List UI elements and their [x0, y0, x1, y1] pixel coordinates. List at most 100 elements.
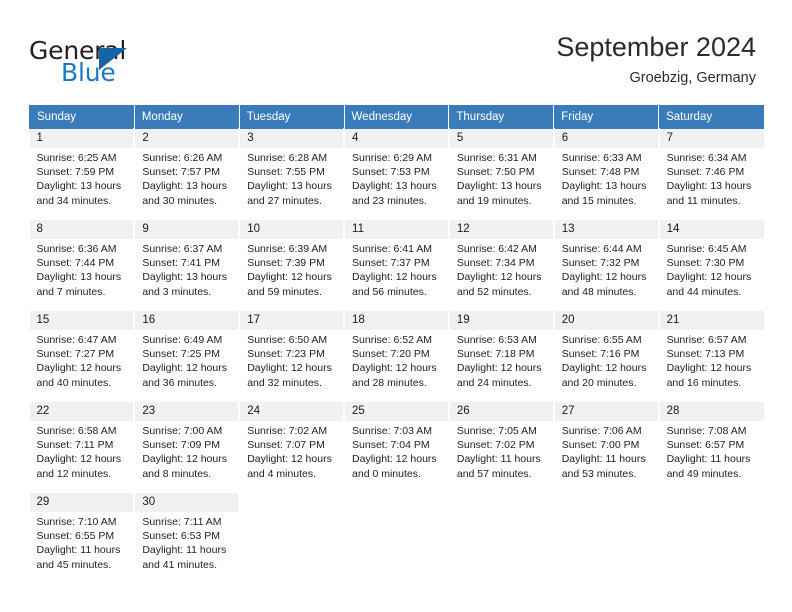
day-cell[interactable]: 10 Sunrise: 6:39 AM Sunset: 7:39 PM Dayl…: [238, 215, 346, 311]
weekday-header-row: Sunday Monday Tuesday Wednesday Thursday…: [29, 105, 764, 129]
day-cell[interactable]: 4 Sunrise: 6:29 AM Sunset: 7:53 PM Dayli…: [343, 128, 450, 220]
sunrise-text: Sunrise: 6:58 AM: [36, 425, 117, 437]
sunrise-text: Sunrise: 7:06 AM: [561, 425, 642, 437]
weekday-header-thursday: Thursday: [448, 105, 555, 129]
daylight-text-line1: Daylight: 12 hours: [247, 271, 332, 284]
day-cell[interactable]: 21 Sunrise: 6:57 AM Sunset: 7:13 PM Dayl…: [657, 306, 764, 402]
day-cell[interactable]: 18 Sunrise: 6:52 AM Sunset: 7:20 PM Dayl…: [343, 306, 450, 402]
day-number: 10: [240, 220, 344, 239]
daylight-text-line1: Daylight: 12 hours: [561, 362, 647, 375]
sunset-text: Sunset: 7:37 PM: [352, 257, 430, 270]
weekday-header-monday: Monday: [133, 105, 240, 129]
sunset-text: Sunset: 7:11 PM: [36, 439, 114, 452]
day-number: 4: [345, 129, 448, 148]
day-cell[interactable]: 15 Sunrise: 6:47 AM Sunset: 7:27 PM Dayl…: [29, 306, 136, 402]
week-row: 22 Sunrise: 6:58 AM Sunset: 7:11 PM Dayl…: [29, 397, 764, 493]
daylight-text-line2: and 59 minutes.: [247, 285, 322, 298]
day-cell[interactable]: 22 Sunrise: 6:58 AM Sunset: 7:11 PM Dayl…: [29, 397, 136, 493]
sunset-text: Sunset: 7:46 PM: [666, 166, 745, 179]
daylight-text-line1: Daylight: 13 hours: [247, 180, 332, 193]
daylight-text-line1: Daylight: 12 hours: [142, 453, 227, 466]
day-details: Sunrise: 6:47 AM Sunset: 7:27 PM Dayligh…: [30, 330, 134, 390]
day-number: 18: [345, 311, 448, 330]
daylight-text-line1: Daylight: 12 hours: [666, 362, 752, 375]
day-cell[interactable]: 9 Sunrise: 6:37 AM Sunset: 7:41 PM Dayli…: [133, 215, 241, 311]
weekday-header-wednesday: Wednesday: [343, 105, 450, 129]
sunset-text: Sunset: 7:55 PM: [247, 166, 325, 179]
day-details: Sunrise: 6:57 AM Sunset: 7:13 PM Dayligh…: [660, 330, 764, 390]
day-cell[interactable]: 12 Sunrise: 6:42 AM Sunset: 7:34 PM Dayl…: [447, 215, 555, 311]
day-cell[interactable]: 25 Sunrise: 7:03 AM Sunset: 7:04 PM Dayl…: [343, 397, 450, 493]
sunrise-text: Sunrise: 6:47 AM: [36, 334, 117, 346]
day-cell[interactable]: 17 Sunrise: 6:50 AM Sunset: 7:23 PM Dayl…: [238, 306, 346, 402]
day-cell[interactable]: 23 Sunrise: 7:00 AM Sunset: 7:09 PM Dayl…: [133, 397, 241, 493]
day-cell[interactable]: 3 Sunrise: 6:28 AM Sunset: 7:55 PM Dayli…: [238, 128, 346, 220]
day-number: [555, 493, 658, 499]
day-cell[interactable]: 6 Sunrise: 6:33 AM Sunset: 7:48 PM Dayli…: [552, 128, 660, 220]
daylight-text-line1: Daylight: 13 hours: [666, 180, 752, 193]
page-title: September 2024: [556, 32, 756, 62]
sunset-text: Sunset: 7:25 PM: [142, 348, 220, 361]
sunset-text: Sunset: 7:32 PM: [561, 257, 640, 270]
day-cell[interactable]: 7 Sunrise: 6:34 AM Sunset: 7:46 PM Dayli…: [657, 128, 764, 220]
day-number: [450, 493, 553, 499]
day-cell[interactable]: 27 Sunrise: 7:06 AM Sunset: 7:00 PM Dayl…: [552, 397, 660, 493]
daylight-text-line2: and 16 minutes.: [666, 376, 742, 389]
daylight-text-line1: Daylight: 13 hours: [142, 180, 227, 193]
sunrise-text: Sunrise: 6:33 AM: [561, 152, 642, 164]
day-number: 28: [659, 402, 764, 421]
weekday-header-tuesday: Tuesday: [238, 105, 345, 129]
day-cell[interactable]: 24 Sunrise: 7:02 AM Sunset: 7:07 PM Dayl…: [238, 397, 346, 493]
brand-logo[interactable]: General Blue: [29, 36, 209, 87]
day-cell[interactable]: 30 Sunrise: 7:11 AM Sunset: 6:53 PM Dayl…: [133, 488, 241, 584]
day-cell[interactable]: 28 Sunrise: 7:08 AM Sunset: 6:57 PM Dayl…: [657, 397, 764, 493]
daylight-text-line2: and 7 minutes.: [36, 285, 106, 298]
day-number: 24: [240, 402, 344, 421]
day-cell[interactable]: 2 Sunrise: 6:26 AM Sunset: 7:57 PM Dayli…: [133, 128, 241, 220]
sunrise-text: Sunrise: 6:29 AM: [352, 152, 432, 164]
sunset-text: Sunset: 7:04 PM: [352, 439, 430, 452]
sunrise-text: Sunrise: 7:00 AM: [142, 425, 223, 437]
day-cell[interactable]: 1 Sunrise: 6:25 AM Sunset: 7:59 PM Dayli…: [29, 128, 136, 220]
day-details: Sunrise: 7:02 AM Sunset: 7:07 PM Dayligh…: [240, 421, 343, 481]
day-number: 1: [29, 129, 134, 148]
day-number: 8: [29, 220, 134, 239]
day-cell[interactable]: 14 Sunrise: 6:45 AM Sunset: 7:30 PM Dayl…: [657, 215, 764, 311]
day-details: Sunrise: 7:11 AM Sunset: 6:53 PM Dayligh…: [135, 512, 238, 572]
daylight-text-line2: and 24 minutes.: [456, 376, 532, 389]
sunset-text: Sunset: 7:41 PM: [142, 257, 220, 270]
day-cell[interactable]: 13 Sunrise: 6:44 AM Sunset: 7:32 PM Dayl…: [552, 215, 660, 311]
day-details: Sunrise: 6:25 AM Sunset: 7:59 PM Dayligh…: [30, 148, 134, 208]
day-cell[interactable]: 29 Sunrise: 7:10 AM Sunset: 6:55 PM Dayl…: [29, 488, 136, 584]
day-cell-empty: [447, 488, 555, 584]
day-cell[interactable]: 5 Sunrise: 6:31 AM Sunset: 7:50 PM Dayli…: [447, 128, 555, 220]
daylight-text-line2: and 57 minutes.: [456, 467, 532, 480]
sunset-text: Sunset: 7:23 PM: [247, 348, 325, 361]
daylight-text-line2: and 23 minutes.: [352, 194, 427, 207]
sunset-text: Sunset: 6:57 PM: [666, 439, 745, 452]
weekday-header-sunday: Sunday: [29, 105, 135, 129]
day-cell-empty: [552, 488, 660, 584]
sunset-text: Sunset: 6:55 PM: [36, 530, 115, 543]
day-cell[interactable]: 11 Sunrise: 6:41 AM Sunset: 7:37 PM Dayl…: [343, 215, 450, 311]
day-number: 17: [240, 311, 344, 330]
daylight-text-line2: and 53 minutes.: [561, 467, 637, 480]
daylight-text-line2: and 45 minutes.: [36, 558, 112, 571]
day-cell[interactable]: 16 Sunrise: 6:49 AM Sunset: 7:25 PM Dayl…: [133, 306, 241, 402]
day-cell[interactable]: 20 Sunrise: 6:55 AM Sunset: 7:16 PM Dayl…: [552, 306, 660, 402]
week-row: 8 Sunrise: 6:36 AM Sunset: 7:44 PM Dayli…: [29, 215, 764, 311]
day-details: Sunrise: 6:29 AM Sunset: 7:53 PM Dayligh…: [345, 148, 448, 208]
day-cell[interactable]: 26 Sunrise: 7:05 AM Sunset: 7:02 PM Dayl…: [447, 397, 555, 493]
day-cell[interactable]: 19 Sunrise: 6:53 AM Sunset: 7:18 PM Dayl…: [447, 306, 555, 402]
day-details: Sunrise: 7:10 AM Sunset: 6:55 PM Dayligh…: [30, 512, 134, 572]
daylight-text-line2: and 32 minutes.: [247, 376, 322, 389]
sunset-text: Sunset: 7:18 PM: [456, 348, 535, 361]
sunrise-text: Sunrise: 7:11 AM: [142, 516, 222, 528]
page-subtitle-location: Groebzig, Germany: [629, 70, 756, 86]
day-cell[interactable]: 8 Sunrise: 6:36 AM Sunset: 7:44 PM Dayli…: [29, 215, 136, 311]
daylight-text-line1: Daylight: 11 hours: [142, 544, 227, 557]
sunrise-text: Sunrise: 6:52 AM: [352, 334, 432, 346]
sunrise-text: Sunrise: 6:44 AM: [561, 243, 642, 255]
sunset-text: Sunset: 7:48 PM: [561, 166, 640, 179]
daylight-text-line2: and 52 minutes.: [456, 285, 532, 298]
